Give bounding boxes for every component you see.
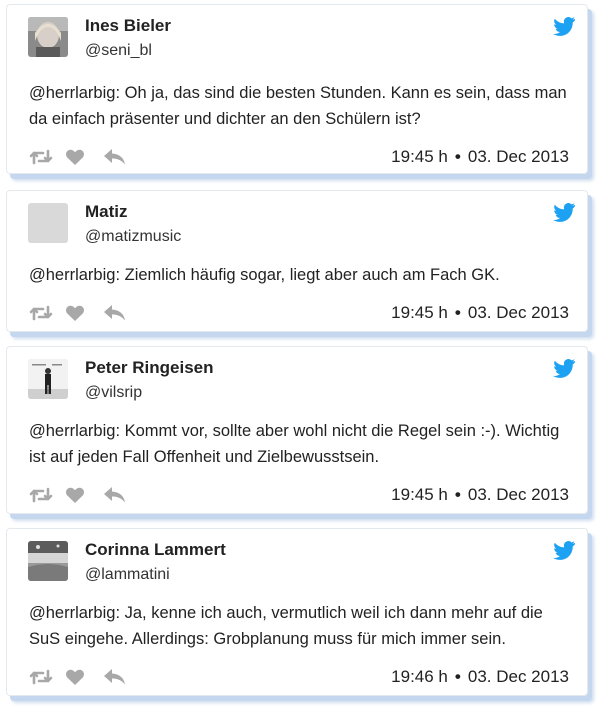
tweet-text-line: ist auf jeden Fall Offenheit und Zielbew… (29, 448, 380, 466)
heart-icon[interactable] (65, 303, 89, 323)
author-name[interactable]: Corinna Lammert (85, 540, 226, 560)
twitter-bird-icon[interactable] (553, 358, 575, 378)
tweet-date: 03. Dec 2013 (467, 303, 569, 322)
tweet-date: 03. Dec 2013 (467, 485, 569, 504)
retweet-icon[interactable] (29, 485, 53, 505)
tweet-card: Corinna Lammert @lammatini @herrlarbig: … (6, 528, 588, 696)
tweet-card: Peter Ringeisen @vilsrip @herrlarbig: Ko… (6, 346, 588, 514)
avatar[interactable] (28, 203, 68, 243)
tweet-timestamp[interactable]: 19:45 h • 03. Dec 2013 (391, 485, 569, 505)
tweet-timestamp[interactable]: 19:45 h • 03. Dec 2013 (391, 303, 569, 323)
tweet-time: 19:45 h (391, 147, 448, 166)
tweet-card: Ines Bieler @seni_bl @herrlarbig: Oh ja,… (6, 4, 588, 174)
author-handle[interactable]: @matizmusic (85, 228, 181, 246)
tweet-card: Matiz @matizmusic @herrlarbig: Ziemlich … (6, 190, 588, 332)
author-handle[interactable]: @lammatini (85, 566, 170, 584)
meta-separator: • (454, 667, 461, 686)
tweet-feed: Ines Bieler @seni_bl @herrlarbig: Oh ja,… (0, 0, 608, 716)
retweet-icon[interactable] (29, 667, 53, 687)
tweet-text-line: @herrlarbig: Kommt vor, sollte aber wohl… (29, 422, 560, 440)
author-name[interactable]: Ines Bieler (85, 16, 171, 36)
reply-icon[interactable] (103, 303, 127, 323)
heart-icon[interactable] (65, 147, 89, 167)
reply-icon[interactable] (103, 485, 127, 505)
twitter-bird-icon[interactable] (553, 16, 575, 36)
meta-separator: • (454, 147, 461, 166)
avatar[interactable] (28, 17, 68, 57)
author-handle[interactable]: @seni_bl (85, 42, 152, 60)
tweet-time: 19:46 h (391, 667, 448, 686)
heart-icon[interactable] (65, 667, 89, 687)
tweet-timestamp[interactable]: 19:45 h • 03. Dec 2013 (391, 147, 569, 167)
meta-separator: • (454, 303, 461, 322)
reply-icon[interactable] (103, 667, 127, 687)
tweet-text-line: da einfach präsenter und dichter an den … (29, 110, 421, 128)
avatar[interactable] (28, 541, 68, 581)
twitter-bird-icon[interactable] (553, 202, 575, 222)
tweet-text-line: @herrlarbig: Ziemlich häufig sogar, lieg… (29, 266, 500, 284)
author-name[interactable]: Matiz (85, 202, 128, 222)
tweet-time: 19:45 h (391, 303, 448, 322)
avatar[interactable] (28, 359, 68, 399)
retweet-icon[interactable] (29, 303, 53, 323)
heart-icon[interactable] (65, 485, 89, 505)
retweet-icon[interactable] (29, 147, 53, 167)
author-name[interactable]: Peter Ringeisen (85, 358, 214, 378)
tweet-date: 03. Dec 2013 (467, 667, 569, 686)
reply-icon[interactable] (103, 147, 127, 167)
tweet-date: 03. Dec 2013 (467, 147, 569, 166)
meta-separator: • (454, 485, 461, 504)
twitter-bird-icon[interactable] (553, 540, 575, 560)
tweet-text-line: SuS eingehe. Allerdings: Grobplanung mus… (29, 630, 506, 648)
author-handle[interactable]: @vilsrip (85, 384, 142, 402)
tweet-text-line: @herrlarbig: Ja, kenne ich auch, vermutl… (29, 604, 543, 622)
tweet-text-line: @herrlarbig: Oh ja, das sind die besten … (29, 84, 567, 102)
tweet-timestamp[interactable]: 19:46 h • 03. Dec 2013 (391, 667, 569, 687)
tweet-time: 19:45 h (391, 485, 448, 504)
